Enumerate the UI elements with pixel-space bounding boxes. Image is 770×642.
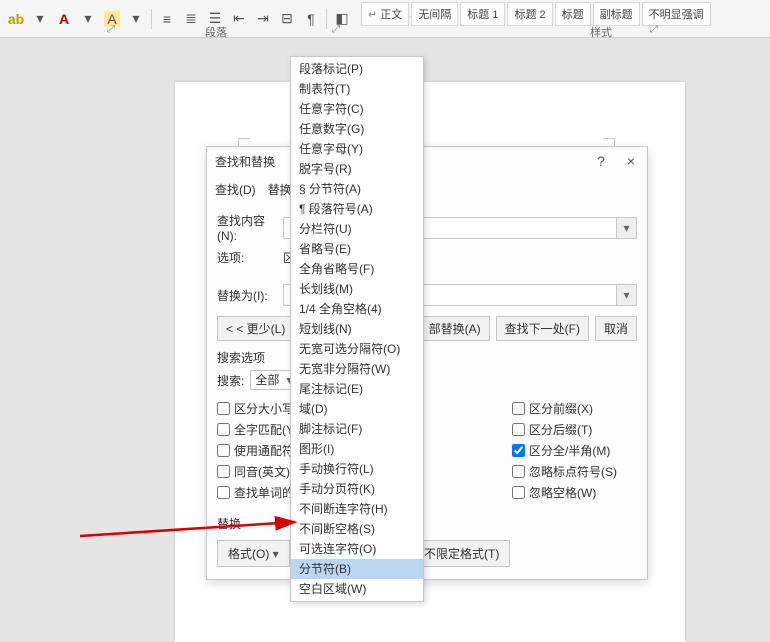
dropdown-icon[interactable]: ▾ <box>616 218 636 238</box>
menu-item[interactable]: 脱字号(R) <box>291 159 423 179</box>
search-label: 搜索: <box>217 372 244 389</box>
search-options-heading: 搜索选项 <box>217 349 637 366</box>
menu-item[interactable]: 短划线(N) <box>291 319 423 339</box>
menu-item[interactable]: 空白区域(W) <box>291 579 423 599</box>
menu-item[interactable]: 任意字符(C) <box>291 99 423 119</box>
menu-item[interactable]: 制表符(T) <box>291 79 423 99</box>
style-item[interactable]: 标题 <box>555 2 591 26</box>
style-item[interactable]: 无间隔 <box>411 2 458 26</box>
check-prefix[interactable]: 区分前缀(X) <box>512 400 637 417</box>
options-label: 选项: <box>217 249 283 266</box>
close-button[interactable]: × <box>621 153 641 169</box>
no-format-button[interactable]: 不限定格式(T) <box>413 540 510 567</box>
cancel-button[interactable]: 取消 <box>595 316 637 341</box>
style-item[interactable]: 标题 2 <box>507 2 552 26</box>
bottom-label: 替换 <box>217 515 637 532</box>
bottom-section: 替换 格式(O) 特殊格式(E) 不限定格式(T) <box>217 515 637 567</box>
action-buttons: < < 更少(L) 部替换(A) 查找下一处(F) 取消 <box>217 316 637 341</box>
style-item[interactable]: 正文 <box>361 2 409 26</box>
bottom-buttons: 格式(O) 特殊格式(E) 不限定格式(T) <box>217 540 637 567</box>
check-width[interactable]: 区分全/半角(M) <box>512 442 637 459</box>
menu-item[interactable]: 不间断连字符(H) <box>291 499 423 519</box>
format-button[interactable]: 格式(O) <box>217 540 290 567</box>
check-space[interactable]: 忽略空格(W) <box>512 484 637 501</box>
find-label: 查找内容(N): <box>217 212 283 243</box>
menu-item[interactable]: 长划线(M) <box>291 279 423 299</box>
menu-item[interactable]: 分节符(B) <box>291 559 423 579</box>
menu-item[interactable]: 图形(I) <box>291 439 423 459</box>
dialog-titlebar: 查找和替换 ? × <box>207 147 647 175</box>
check-punct[interactable]: 忽略标点符号(S) <box>512 463 637 480</box>
help-button[interactable]: ? <box>591 153 611 169</box>
menu-item[interactable]: ¶ 段落符号(A) <box>291 199 423 219</box>
ribbon: ab ▾ A ▾ A ▾ ≡ ≣ ☰ ⇤ ⇥ ⊟ ¶ ◧ ▾ ▭ ▾ 正文 无间… <box>0 0 770 38</box>
replace-row: 替换为(I): ▾ <box>217 284 637 306</box>
dropdown-icon[interactable]: ▾ <box>616 285 636 305</box>
menu-item[interactable]: 无宽可选分隔符(O) <box>291 339 423 359</box>
ribbon-section-labels: ⤢ 段落 ⤢ 样式 ⤢ <box>0 24 770 38</box>
find-replace-dialog: 查找和替换 ? × 查找(D) 替换(P) 查找内容(N): ▾ 选项: 区 替… <box>206 146 648 580</box>
menu-item[interactable]: 1/4 全角空格(4) <box>291 299 423 319</box>
dialog-tabs: 查找(D) 替换(P) <box>207 175 647 198</box>
menu-item[interactable]: 省略号(E) <box>291 239 423 259</box>
menu-item[interactable]: 脚注标记(F) <box>291 419 423 439</box>
menu-item[interactable]: 尾注标记(E) <box>291 379 423 399</box>
less-button[interactable]: < < 更少(L) <box>217 316 294 341</box>
check-suffix[interactable]: 区分后缀(T) <box>512 421 637 438</box>
menu-item[interactable]: 任意字母(Y) <box>291 139 423 159</box>
tab-find[interactable]: 查找(D) <box>215 181 256 198</box>
style-item[interactable]: 不明显强调 <box>642 2 711 26</box>
style-item[interactable]: 标题 1 <box>460 2 505 26</box>
menu-item[interactable]: 全角省略号(F) <box>291 259 423 279</box>
menu-item[interactable]: 域(D) <box>291 399 423 419</box>
dialog-title: 查找和替换 <box>215 153 275 170</box>
find-row: 查找内容(N): ▾ <box>217 212 637 243</box>
expand-icon[interactable]: ⤢ <box>650 24 658 35</box>
menu-item[interactable]: 手动分页符(K) <box>291 479 423 499</box>
dialog-body: 查找内容(N): ▾ 选项: 区 替换为(I): ▾ < < 更少(L) 部替换… <box>207 198 647 579</box>
ribbon-styles-group: 正文 无间隔 标题 1 标题 2 标题 副标题 不明显强调 <box>360 0 712 24</box>
menu-item[interactable]: 不间断空格(S) <box>291 519 423 539</box>
style-item[interactable]: 副标题 <box>593 2 640 26</box>
replace-label: 替换为(I): <box>217 287 283 304</box>
menu-item[interactable]: 分栏符(U) <box>291 219 423 239</box>
options-row: 选项: 区 <box>217 249 637 266</box>
expand-icon[interactable]: ⤢ <box>107 24 115 35</box>
replace-all-button[interactable]: 部替换(A) <box>420 316 490 341</box>
search-scope-row: 搜索: 全部 <box>217 370 637 390</box>
expand-icon[interactable]: ⤢ <box>332 24 340 35</box>
menu-item[interactable]: 可选连字符(O) <box>291 539 423 559</box>
checkbox-columns: 区分大小写( 全字匹配(Y 使用通配符 同音(英文)(K 查找单词的所 区分前缀… <box>217 396 637 505</box>
menu-item[interactable]: 段落标记(P) <box>291 59 423 79</box>
menu-item[interactable]: 手动换行符(L) <box>291 459 423 479</box>
special-format-menu: 段落标记(P)制表符(T)任意字符(C)任意数字(G)任意字母(Y)脱字号(R)… <box>290 56 424 602</box>
menu-item[interactable]: 无宽非分隔符(W) <box>291 359 423 379</box>
menu-item[interactable]: § 分节符(A) <box>291 179 423 199</box>
menu-item[interactable]: 任意数字(G) <box>291 119 423 139</box>
find-next-button[interactable]: 查找下一处(F) <box>496 316 589 341</box>
